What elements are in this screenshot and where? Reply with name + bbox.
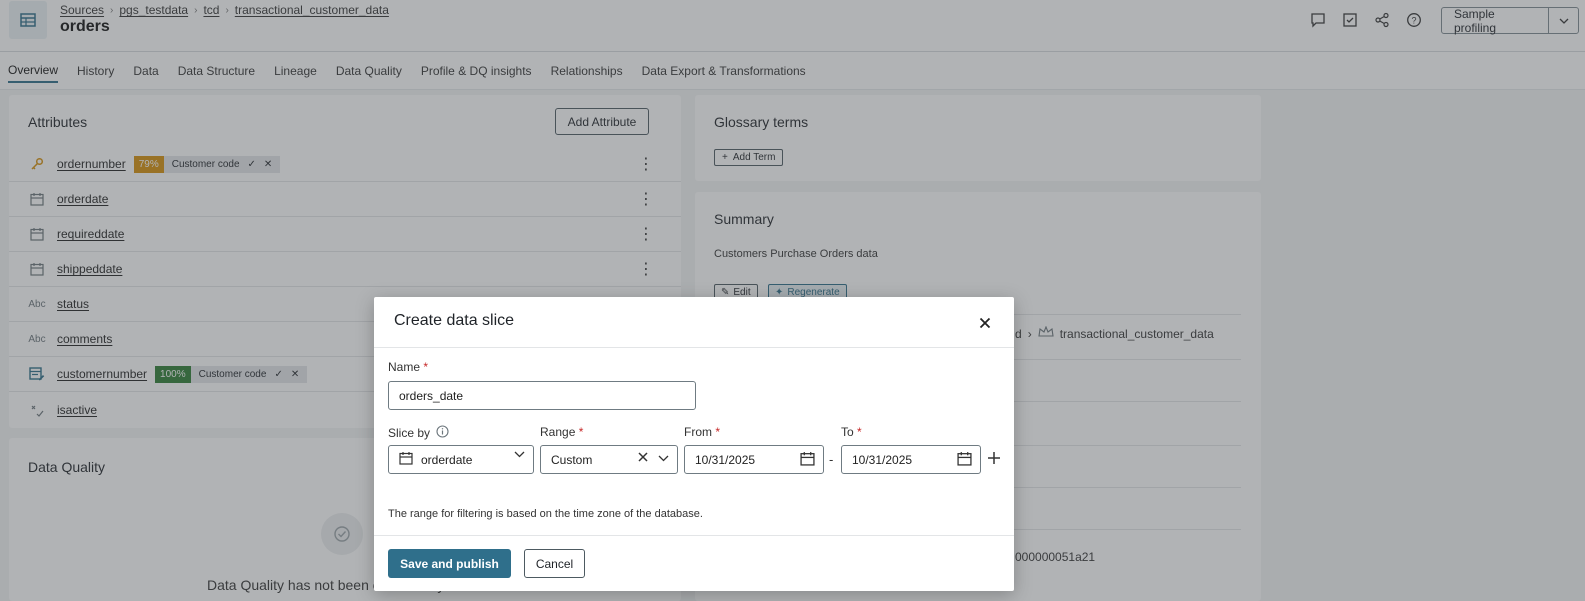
range-value: Custom [551, 452, 593, 467]
from-date-value: 10/31/2025 [695, 452, 756, 467]
slice-by-label: Slice by [388, 425, 449, 441]
divider [374, 347, 1014, 348]
to-date-input[interactable]: 10/31/2025 [841, 445, 981, 474]
range-label-text: Range [540, 425, 576, 439]
name-label-text: Name [388, 360, 421, 374]
from-label-text: From [684, 425, 712, 439]
to-date-value: 10/31/2025 [852, 452, 913, 467]
save-and-publish-button[interactable]: Save and publish [388, 549, 511, 578]
name-input[interactable]: orders_date [388, 381, 696, 410]
calendar-icon [399, 451, 413, 468]
info-icon[interactable] [436, 425, 449, 441]
divider [374, 535, 1014, 536]
range-select-controls [638, 451, 669, 465]
to-label: To * [841, 425, 862, 439]
clear-icon[interactable] [638, 451, 648, 465]
add-range-plus-icon[interactable] [987, 451, 1001, 468]
timezone-note: The range for filtering is based on the … [388, 508, 703, 520]
from-date-input[interactable]: 10/31/2025 [684, 445, 824, 474]
from-label: From * [684, 425, 720, 439]
required-asterisk: * [857, 425, 862, 439]
create-data-slice-dialog: Create data slice Name * orders_date Sli… [374, 297, 1014, 591]
calendar-icon[interactable] [957, 451, 972, 466]
required-asterisk: * [715, 425, 721, 439]
slice-by-select[interactable]: orderdate [388, 445, 534, 474]
chevron-down-icon [514, 451, 525, 458]
required-asterisk: * [423, 360, 429, 374]
calendar-icon[interactable] [800, 451, 815, 466]
range-dash: - [829, 452, 834, 467]
cancel-button[interactable]: Cancel [524, 549, 585, 578]
slice-by-value: orderdate [421, 452, 473, 467]
to-label-text: To [841, 425, 854, 439]
dialog-title: Create data slice [394, 312, 515, 329]
slice-by-label-text: Slice by [388, 426, 431, 440]
range-select[interactable]: Custom [540, 445, 678, 474]
chevron-down-icon[interactable] [658, 451, 669, 465]
close-icon[interactable] [979, 313, 991, 334]
range-label: Range * [540, 425, 583, 439]
name-label: Name * [388, 360, 428, 374]
required-asterisk: * [578, 425, 584, 439]
